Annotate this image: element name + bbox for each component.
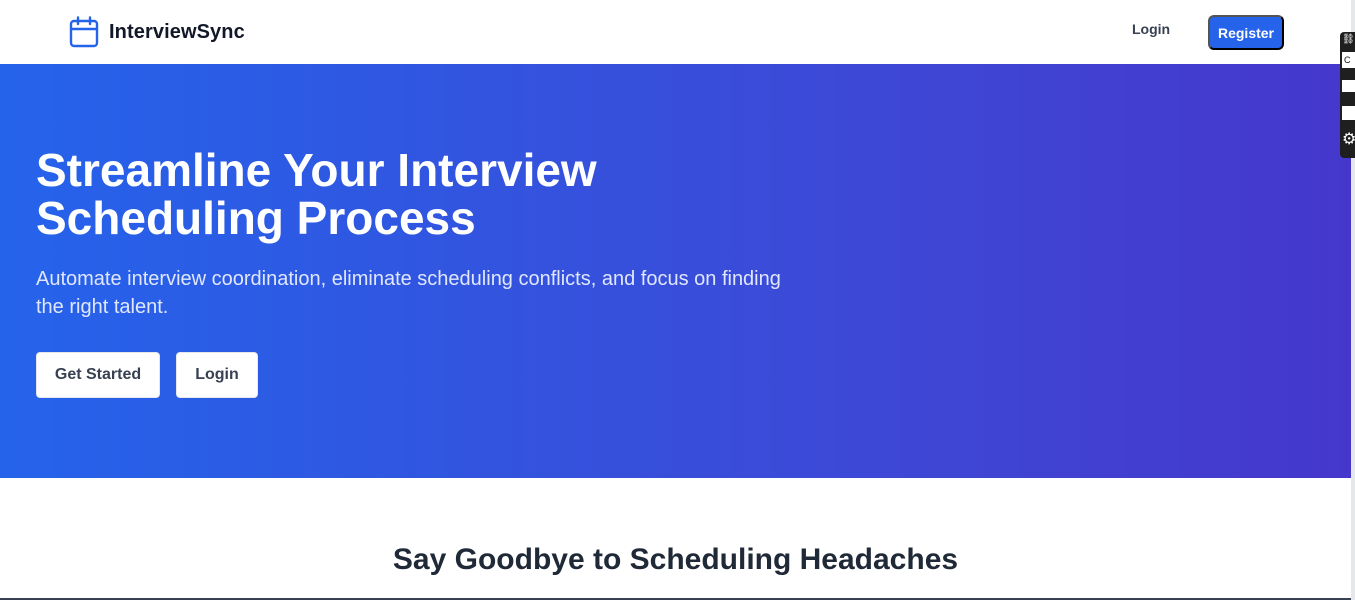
link-icon[interactable]: ⛓ bbox=[1342, 34, 1355, 46]
hero-subtitle: Automate interview coordination, elimina… bbox=[36, 268, 781, 318]
extension-checkbox[interactable] bbox=[1342, 106, 1355, 120]
brand-name: InterviewSync bbox=[109, 20, 245, 43]
nav-login-link[interactable]: Login bbox=[1132, 21, 1170, 37]
hero-login-button[interactable]: Login bbox=[176, 352, 258, 398]
brand[interactable]: InterviewSync bbox=[69, 16, 245, 48]
top-navbar: InterviewSync Login Register bbox=[0, 0, 1351, 64]
hero-section: Streamline Your Interview Scheduling Pro… bbox=[0, 64, 1351, 478]
section-title: Say Goodbye to Scheduling Headaches bbox=[392, 543, 959, 576]
extension-widget: ⛓ C ⚙ bbox=[1340, 32, 1355, 158]
extension-bar[interactable] bbox=[1342, 80, 1355, 92]
extension-c-label[interactable]: C bbox=[1342, 52, 1355, 68]
get-started-button[interactable]: Get Started bbox=[36, 352, 160, 398]
calendar-icon bbox=[69, 16, 99, 48]
hero-title: Streamline Your Interview Scheduling Pro… bbox=[36, 144, 597, 244]
gear-icon[interactable]: ⚙ bbox=[1342, 130, 1355, 150]
register-button[interactable]: Register bbox=[1208, 15, 1284, 50]
